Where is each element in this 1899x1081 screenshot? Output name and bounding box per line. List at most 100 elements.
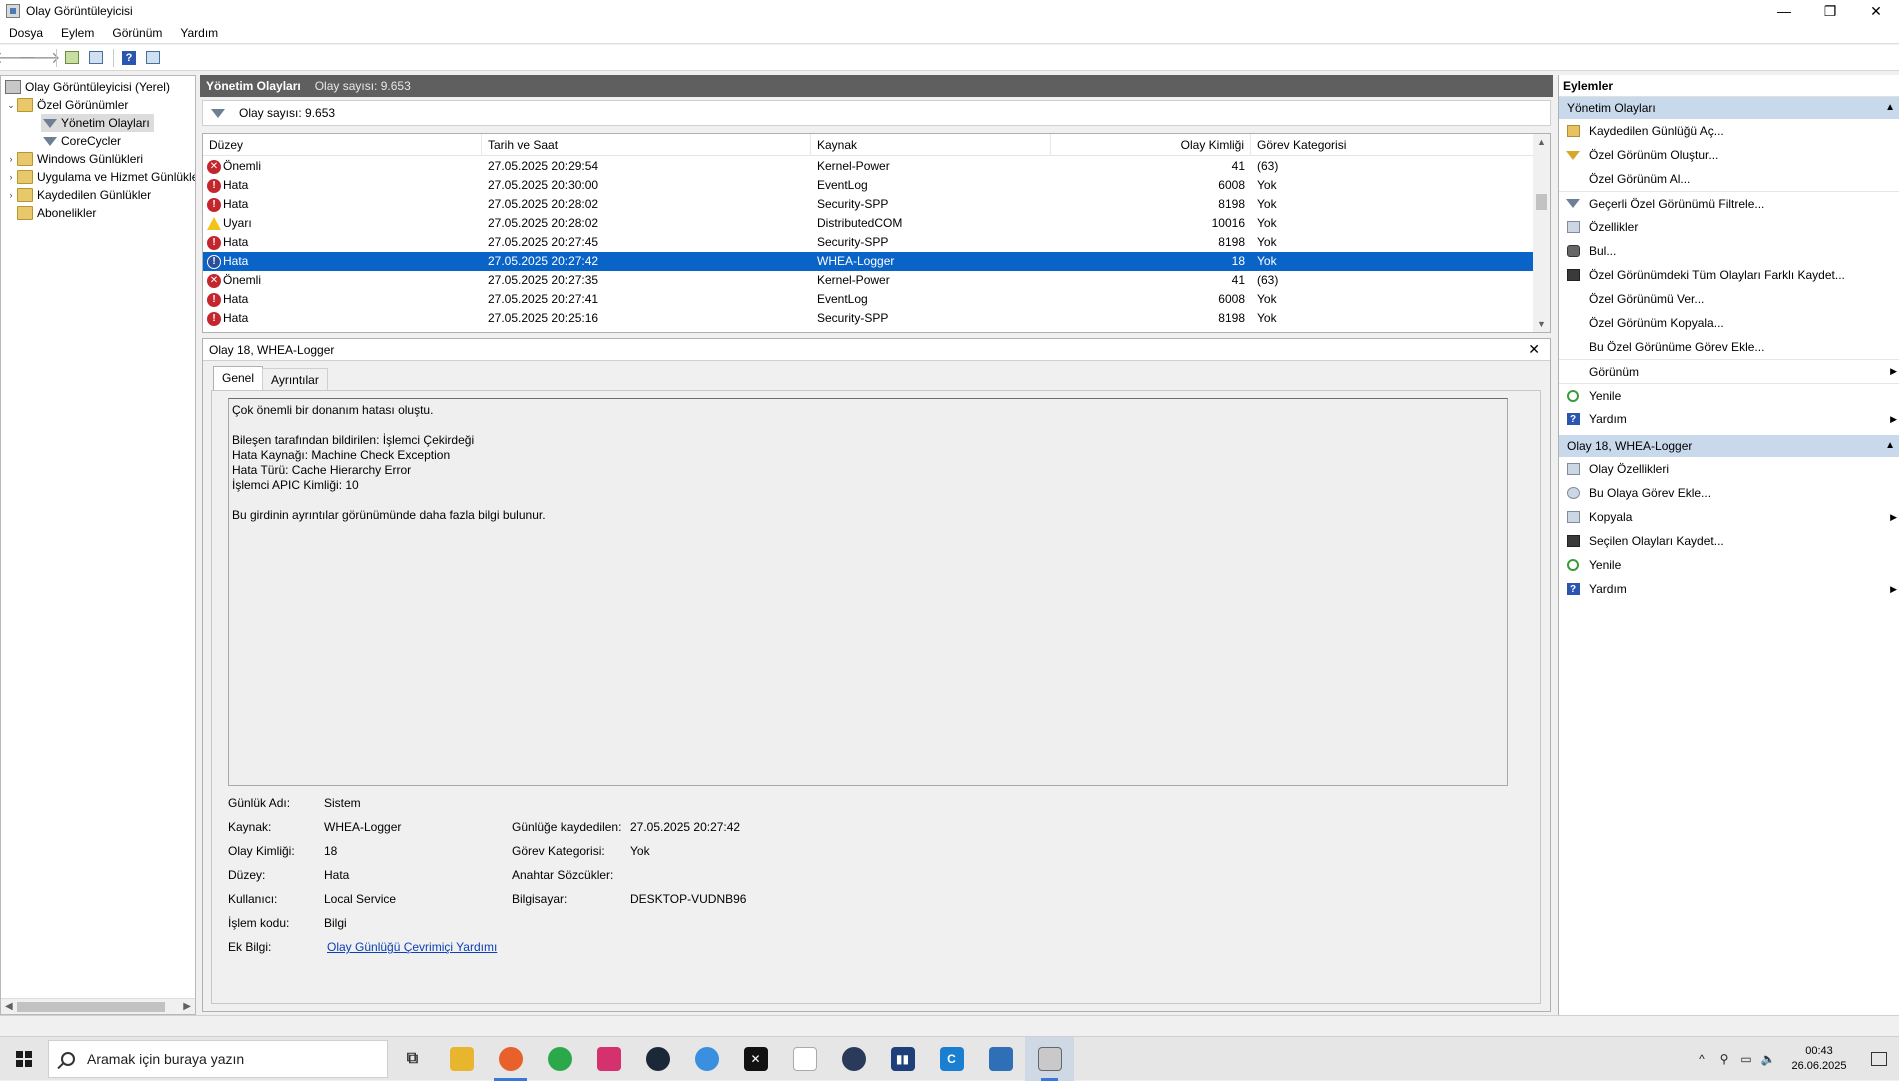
action-item[interactable]: Görünüm ▶ <box>1559 359 1899 383</box>
col-event-id[interactable]: Olay Kimliği <box>1051 134 1251 156</box>
notepad-icon[interactable] <box>780 1037 829 1081</box>
task-view-icon[interactable]: ⧉ <box>388 1037 437 1081</box>
col-source[interactable]: Kaynak <box>811 134 1051 156</box>
expand-icon[interactable]: › <box>5 172 17 182</box>
clock[interactable]: 00:43 26.06.2025 <box>1779 1044 1859 1074</box>
close-detail-icon[interactable]: ✕ <box>1528 341 1540 358</box>
grid-vertical-scrollbar[interactable]: ▲ ▼ <box>1533 134 1550 332</box>
event-row[interactable]: ! Hata 27.05.2025 20:25:16 Security-SPP 8198… <box>203 309 1533 328</box>
event-row[interactable]: ! Hata 27.05.2025 20:30:00 EventLog 6008 Yok <box>203 176 1533 195</box>
expand-icon[interactable]: › <box>5 154 17 164</box>
action-item[interactable]: Özel Görünümü Ver... <box>1559 287 1899 311</box>
display-tray-icon[interactable]: ▭ <box>1735 1052 1757 1066</box>
collapse-icon[interactable]: ⌄ <box>5 100 17 111</box>
forward-arrow-icon[interactable]: 🡒 <box>18 47 61 69</box>
event-viewer-taskbar-icon[interactable] <box>1025 1036 1074 1081</box>
action-item[interactable]: Kopyala ▶ <box>1559 505 1899 529</box>
action-item[interactable]: Özel Görünüm Al... <box>1559 167 1899 191</box>
event-row[interactable]: ! Hata 27.05.2025 20:28:02 Security-SPP 8198… <box>203 195 1533 214</box>
tab-details[interactable]: Ayrıntılar <box>262 368 328 390</box>
action-item[interactable]: Bu Özel Görünüme Görev Ekle... <box>1559 335 1899 359</box>
blue-app-icon[interactable] <box>682 1037 731 1081</box>
event-row[interactable]: ✕ Önemli 27.05.2025 20:29:54 Kernel-Power 41… <box>203 157 1533 176</box>
tab-general[interactable]: Genel <box>213 366 264 390</box>
action-item[interactable]: Özel Görünüm Oluştur... <box>1559 143 1899 167</box>
dark-app-icon[interactable] <box>829 1037 878 1081</box>
steam-icon[interactable] <box>633 1037 682 1081</box>
taskbar-search[interactable]: Aramak için buraya yazın <box>48 1039 388 1078</box>
action-item[interactable]: ? Yardım ▶ <box>1559 577 1899 601</box>
scrollbar-thumb[interactable] <box>17 1002 165 1012</box>
event-description[interactable]: Çok önemli bir donanım hatası oluştu. Bi… <box>228 398 1508 786</box>
maximize-button[interactable]: ❐ <box>1807 0 1853 22</box>
menu-dosya[interactable]: Dosya <box>0 26 52 40</box>
action-item[interactable]: Yenile <box>1559 383 1899 407</box>
col-level[interactable]: Düzey <box>203 134 482 156</box>
volume-icon[interactable]: 🔈 <box>1757 1052 1779 1066</box>
online-help-link[interactable]: Olay Günlüğü Çevrimiçi Yardımı <box>327 940 497 954</box>
chevron-up-icon[interactable]: ^ <box>1691 1052 1713 1066</box>
actions-section-admin-events[interactable]: Yönetim Olayları ▲ <box>1559 97 1899 119</box>
action-label: Kopyala <box>1589 510 1633 524</box>
help-icon[interactable]: ? <box>118 47 140 69</box>
scroll-left-icon[interactable]: ◀ <box>5 999 13 1014</box>
action-item[interactable]: Olay Özellikleri <box>1559 457 1899 481</box>
expand-icon[interactable]: › <box>5 190 17 200</box>
close-button[interactable]: ✕ <box>1853 0 1899 22</box>
tree-app-service-logs[interactable]: › Uygulama ve Hizmet Günlükleri <box>5 168 195 186</box>
col-task-category[interactable]: Görev Kategorisi <box>1251 134 1533 156</box>
action-item[interactable]: Yenile <box>1559 553 1899 577</box>
capcut-icon[interactable]: ✕ <box>731 1037 780 1081</box>
tree-subscriptions[interactable]: Abonelikler <box>17 204 96 222</box>
instagram-icon[interactable] <box>584 1037 633 1081</box>
scrollbar-thumb[interactable] <box>1536 194 1547 210</box>
show-hide-action-pane-icon[interactable] <box>142 47 164 69</box>
col-date[interactable]: Tarih ve Saat <box>482 134 811 156</box>
action-item[interactable]: Özellikler <box>1559 215 1899 239</box>
action-item[interactable]: Bu Olaya Görev Ekle... <box>1559 481 1899 505</box>
general-tab-panel: Çok önemli bir donanım hatası oluştu. Bi… <box>211 390 1541 1004</box>
firefox-icon[interactable] <box>486 1037 535 1081</box>
minimize-button[interactable]: — <box>1761 0 1807 22</box>
event-row[interactable]: ! Hata 27.05.2025 20:27:42 WHEA-Logger 18 Yok <box>203 252 1533 271</box>
scroll-down-icon[interactable]: ▼ <box>1533 316 1550 332</box>
cell-source: Security-SPP <box>817 235 889 249</box>
menu-eylem[interactable]: Eylem <box>52 26 103 40</box>
remote-desktop-icon[interactable] <box>976 1037 1025 1081</box>
show-hide-console-tree-icon[interactable] <box>85 47 107 69</box>
scroll-up-icon[interactable]: ▲ <box>1533 134 1550 150</box>
tree-root[interactable]: Olay Görüntüleyicisi (Yerel) <box>5 78 170 96</box>
c-app-icon[interactable]: C <box>927 1037 976 1081</box>
action-item[interactable]: Seçilen Olayları Kaydet... <box>1559 529 1899 553</box>
network-tray-icon[interactable]: ⚲ <box>1713 1052 1735 1066</box>
bar-app-icon[interactable]: ▮▮ <box>878 1037 927 1081</box>
tree-custom-views[interactable]: ⌄ Özel Görünümler <box>5 96 128 114</box>
start-button[interactable] <box>0 1037 48 1081</box>
action-item[interactable]: Bul... <box>1559 239 1899 263</box>
menu-gorunum[interactable]: Görünüm <box>103 26 171 40</box>
tree-windows-logs[interactable]: › Windows Günlükleri <box>5 150 143 168</box>
tree-admin-events[interactable]: Yönetim Olayları <box>41 114 154 132</box>
action-item[interactable]: Özel Görünüm Kopyala... <box>1559 311 1899 335</box>
scroll-right-icon[interactable]: ▶ <box>183 999 191 1014</box>
notification-icon[interactable] <box>1859 1037 1899 1081</box>
menu-yardim[interactable]: Yardım <box>171 26 227 40</box>
file-explorer-icon[interactable] <box>437 1037 486 1081</box>
whatsapp-icon[interactable] <box>535 1037 584 1081</box>
action-item[interactable]: Özel Görünümdeki Tüm Olayları Farklı Kay… <box>1559 263 1899 287</box>
actions-section-event[interactable]: Olay 18, WHEA-Logger ▲ <box>1559 435 1899 457</box>
tree-corecycler[interactable]: CoreCycler <box>41 132 121 150</box>
event-row[interactable]: ✕ Önemli 27.05.2025 20:27:35 Kernel-Power 41… <box>203 271 1533 290</box>
action-item[interactable]: ? Yardım ▶ <box>1559 407 1899 431</box>
up-folder-icon[interactable] <box>61 47 83 69</box>
tree-horizontal-scrollbar[interactable]: ◀ ▶ <box>1 998 195 1014</box>
collapse-icon[interactable]: ▲ <box>1885 97 1895 119</box>
collapse-icon[interactable]: ▲ <box>1885 435 1895 457</box>
event-row[interactable]: Uyarı 27.05.2025 20:28:02 DistributedCOM 10… <box>203 214 1533 233</box>
event-row[interactable]: ! Hata 27.05.2025 20:27:41 EventLog 6008 Yok <box>203 290 1533 309</box>
action-item[interactable]: Kaydedilen Günlüğü Aç... <box>1559 119 1899 143</box>
tree-saved-logs[interactable]: › Kaydedilen Günlükler <box>5 186 151 204</box>
tree-custom-views-label: Özel Görünümler <box>37 98 129 112</box>
event-row[interactable]: ! Hata 27.05.2025 20:27:45 Security-SPP 8198… <box>203 233 1533 252</box>
action-item[interactable]: Geçerli Özel Görünümü Filtrele... <box>1559 191 1899 215</box>
